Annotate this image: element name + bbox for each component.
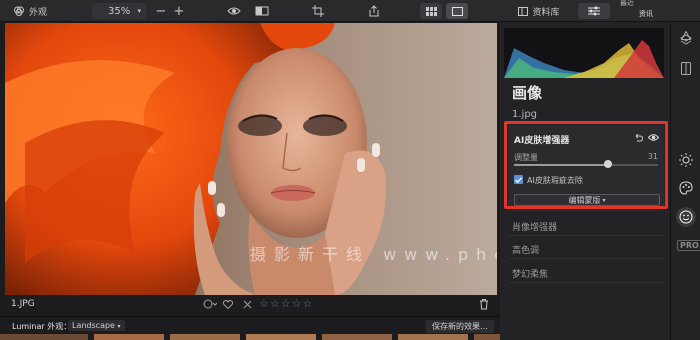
- tool-high-key[interactable]: 高色调: [512, 243, 539, 256]
- image-info-bar: 1.JPG ☆☆☆☆☆: [5, 295, 497, 314]
- recent-label-line2: 资讯: [639, 10, 653, 18]
- photo-watermark: 摄影新干线 www.photoshocks.vip: [250, 245, 497, 264]
- look-thumbnail[interactable]: [474, 334, 500, 340]
- divider: [508, 235, 664, 236]
- look-thumbnail[interactable]: [322, 334, 392, 340]
- panel-title: 画像: [512, 84, 543, 102]
- share-icon: [369, 5, 379, 17]
- looks-selected: Landscape: [72, 321, 115, 330]
- heart-icon[interactable]: [222, 299, 234, 312]
- crop-button[interactable]: [308, 3, 328, 19]
- info-icon[interactable]: [203, 299, 218, 312]
- sliders-icon: [588, 6, 600, 16]
- looks-button[interactable]: 外观: [10, 3, 50, 19]
- compare-button[interactable]: [224, 3, 244, 19]
- zoom-in-button[interactable]: +: [172, 3, 186, 19]
- filmstrip-icon[interactable]: [676, 58, 696, 78]
- trash-icon[interactable]: [479, 298, 489, 313]
- reject-icon[interactable]: [243, 299, 252, 312]
- split-view-icon: [255, 6, 269, 16]
- star-rating[interactable]: ☆☆☆☆☆: [259, 297, 313, 310]
- split-view-button[interactable]: [252, 3, 272, 19]
- tool-category-strip: PRO: [670, 22, 700, 340]
- compare-eye-icon: [227, 6, 241, 16]
- looks-icon: [13, 5, 25, 17]
- photo-canvas[interactable]: 摄影新干线 www.photoshocks.vip: [5, 23, 497, 295]
- highlight-annotation: [504, 121, 668, 209]
- look-thumbnail[interactable]: [246, 334, 316, 340]
- single-view-button[interactable]: [446, 3, 468, 19]
- zoom-out-button[interactable]: −: [154, 3, 168, 19]
- zoom-value: 35%: [108, 5, 131, 17]
- tab-library-label: 资料库: [532, 7, 560, 18]
- tab-adjust[interactable]: [578, 3, 610, 19]
- face-icon[interactable]: [676, 207, 696, 227]
- pro-badge[interactable]: PRO: [677, 240, 700, 251]
- share-button[interactable]: [364, 3, 384, 19]
- recent-label-line1: 最近: [620, 0, 634, 7]
- tool-dreamy-soft-focus[interactable]: 梦幻柔焦: [512, 267, 548, 280]
- looks-label: Luminar 外观：: [12, 322, 72, 331]
- histogram: [504, 28, 664, 78]
- zoom-dropdown[interactable]: 35% ▾: [92, 3, 146, 19]
- recent-info-button[interactable]: 资讯: [636, 8, 656, 20]
- image-name: 1.JPG: [11, 299, 35, 309]
- looks-category-select[interactable]: Landscape ▾: [68, 320, 125, 331]
- tab-library[interactable]: 资料库: [514, 3, 564, 19]
- panel-file-name: 1.jpg: [512, 109, 538, 120]
- library-icon: [518, 6, 529, 16]
- palette-icon[interactable]: [676, 178, 696, 198]
- divider: [508, 258, 664, 259]
- crop-icon: [312, 5, 324, 17]
- single-view-icon: [451, 6, 463, 16]
- tool-portrait-enhancer[interactable]: 肖像增强器: [512, 220, 557, 233]
- look-thumbnail[interactable]: [170, 334, 240, 340]
- recent-info-label[interactable]: 最近: [620, 0, 634, 7]
- look-thumbnail[interactable]: [0, 334, 88, 340]
- chevron-down-icon: ▾: [117, 323, 121, 330]
- divider: [508, 282, 664, 283]
- sun-icon[interactable]: [676, 150, 696, 170]
- chevron-down-icon: ▾: [137, 7, 141, 15]
- looks-button-label: 外观: [28, 7, 47, 18]
- look-thumbnail[interactable]: [94, 334, 164, 340]
- save-new-look-button[interactable]: 保存新的效果...: [426, 320, 494, 333]
- grid-view-button[interactable]: [420, 3, 442, 19]
- grid-view-icon: [425, 6, 437, 16]
- look-thumbnail[interactable]: [398, 334, 468, 340]
- top-toolbar: 外观 35% ▾ − + 资料库 最近 资讯: [0, 0, 700, 22]
- layers-button[interactable]: [676, 30, 696, 50]
